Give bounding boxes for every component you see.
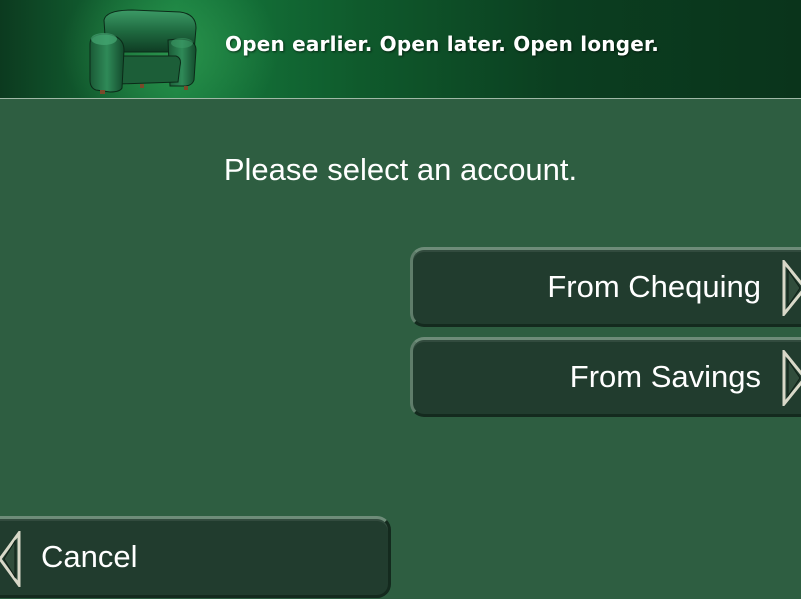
banner-tagline: Open earlier. Open later. Open longer. bbox=[225, 32, 659, 56]
from-chequing-button[interactable]: From Chequing bbox=[410, 247, 801, 327]
page-prompt: Please select an account. bbox=[223, 152, 578, 187]
from-chequing-label: From Chequing bbox=[547, 269, 761, 304]
cancel-button[interactable]: Cancel bbox=[0, 516, 391, 598]
chevron-left-icon bbox=[0, 531, 21, 587]
from-savings-label: From Savings bbox=[569, 359, 761, 394]
chevron-right-icon bbox=[782, 350, 801, 406]
from-savings-button[interactable]: From Savings bbox=[410, 337, 801, 417]
chevron-right-icon bbox=[782, 260, 801, 316]
armchair-icon bbox=[89, 9, 197, 94]
atm-screen: Open earlier. Open later. Open longer. P… bbox=[0, 0, 801, 599]
cancel-label: Cancel bbox=[41, 539, 138, 574]
header-banner: Open earlier. Open later. Open longer. bbox=[0, 0, 801, 99]
